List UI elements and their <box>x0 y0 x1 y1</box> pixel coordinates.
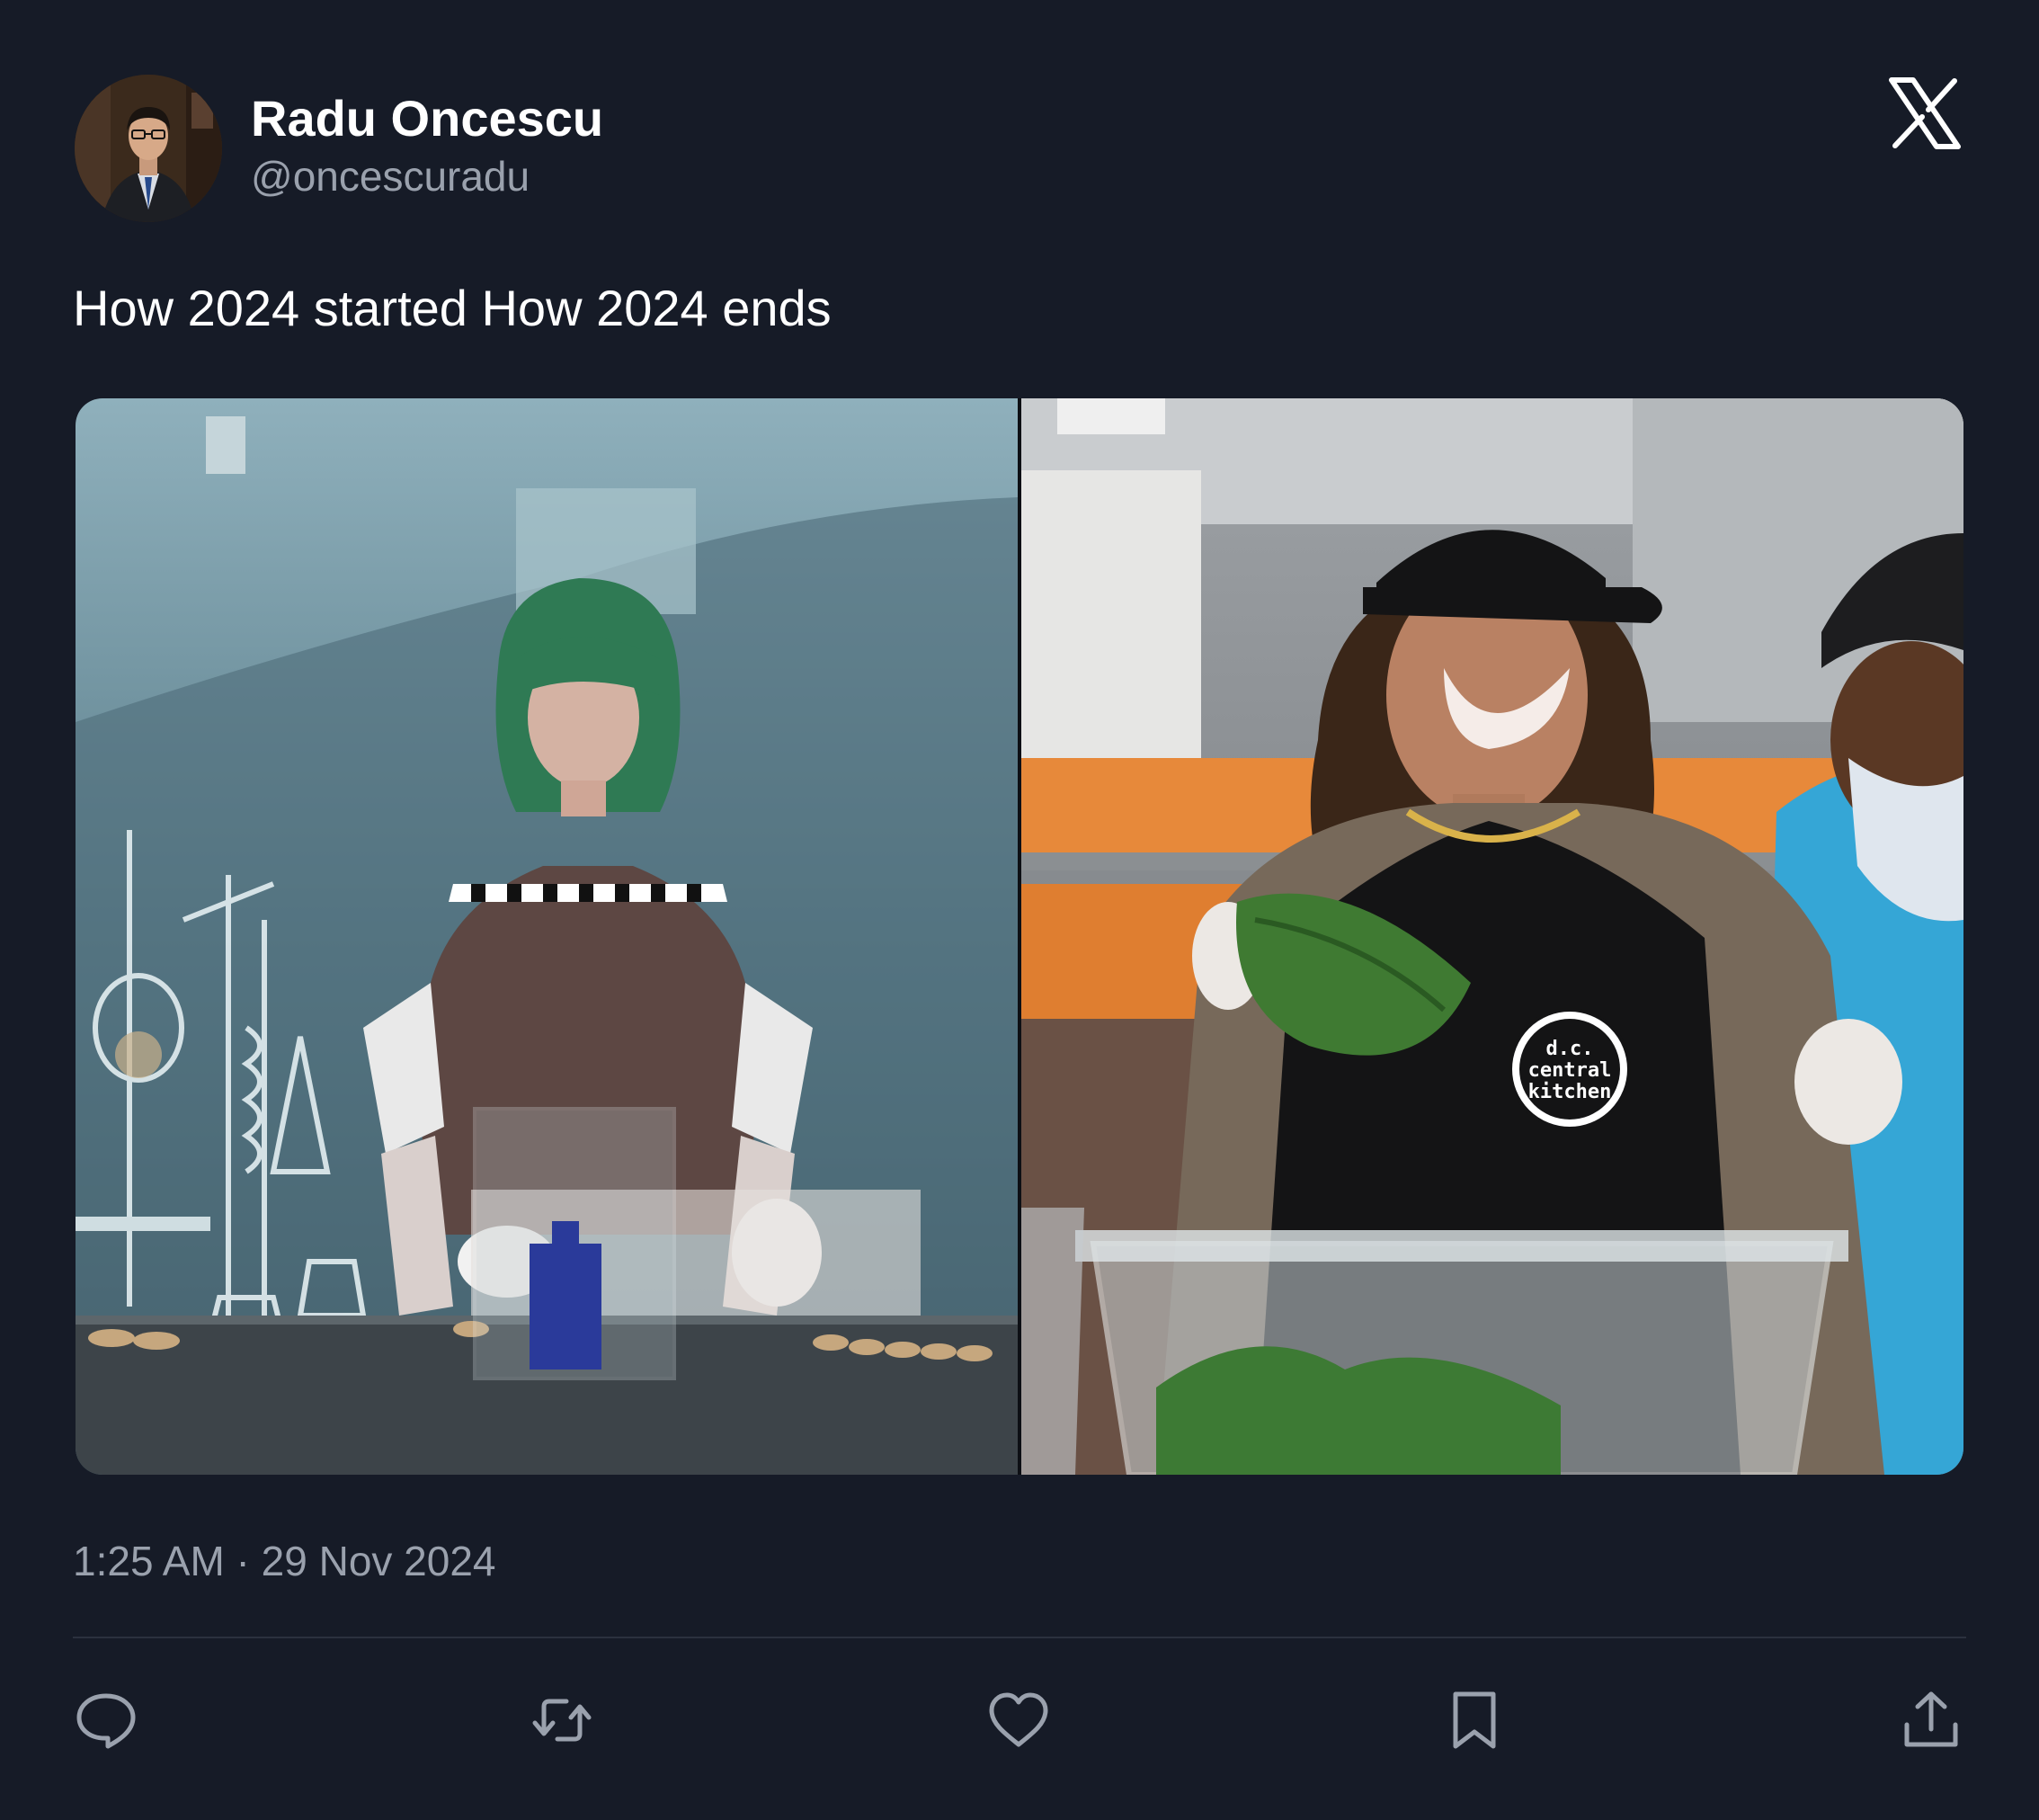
media-image-left[interactable] <box>76 398 1018 1475</box>
apron-logo-line-1: d.c. <box>1546 1038 1594 1060</box>
bookmark-icon <box>1453 1691 1496 1749</box>
avatar-photo <box>75 75 222 222</box>
retweet-icon <box>532 1699 592 1742</box>
tweet-text: How 2024 started How 2024 ends <box>73 280 832 336</box>
author-display-name[interactable]: Radu Oncescu <box>251 90 603 147</box>
tweet-card: Radu Oncescu @oncescuradu How 2024 start… <box>0 0 2039 1820</box>
photo-green-wig-lab-icon <box>76 398 1018 1475</box>
media-image-right[interactable]: d.c. central kitchen <box>1021 398 1963 1475</box>
reply-icon <box>76 1693 136 1749</box>
share-button[interactable] <box>1900 1689 1963 1752</box>
author-avatar[interactable] <box>75 75 222 222</box>
author-handle[interactable]: @oncescuradu <box>251 151 530 201</box>
retweet-button[interactable] <box>530 1689 593 1752</box>
photo-kitchen-volunteers-icon: d.c. central kitchen <box>1021 398 1963 1475</box>
apron-logo-line-3: kitchen <box>1528 1081 1612 1103</box>
reply-button[interactable] <box>75 1689 138 1752</box>
x-logo-icon[interactable] <box>1888 77 1962 149</box>
like-button[interactable] <box>987 1689 1050 1752</box>
bookmark-button[interactable] <box>1443 1689 1506 1752</box>
tweet-timestamp[interactable]: 1:25 AM · 29 Nov 2024 <box>73 1536 496 1586</box>
share-icon <box>1904 1691 1958 1747</box>
apron-logo-line-2: central <box>1528 1059 1612 1082</box>
actions-divider <box>73 1637 1966 1638</box>
tweet-media[interactable]: d.c. central kitchen <box>76 398 1963 1475</box>
heart-icon <box>989 1692 1048 1747</box>
